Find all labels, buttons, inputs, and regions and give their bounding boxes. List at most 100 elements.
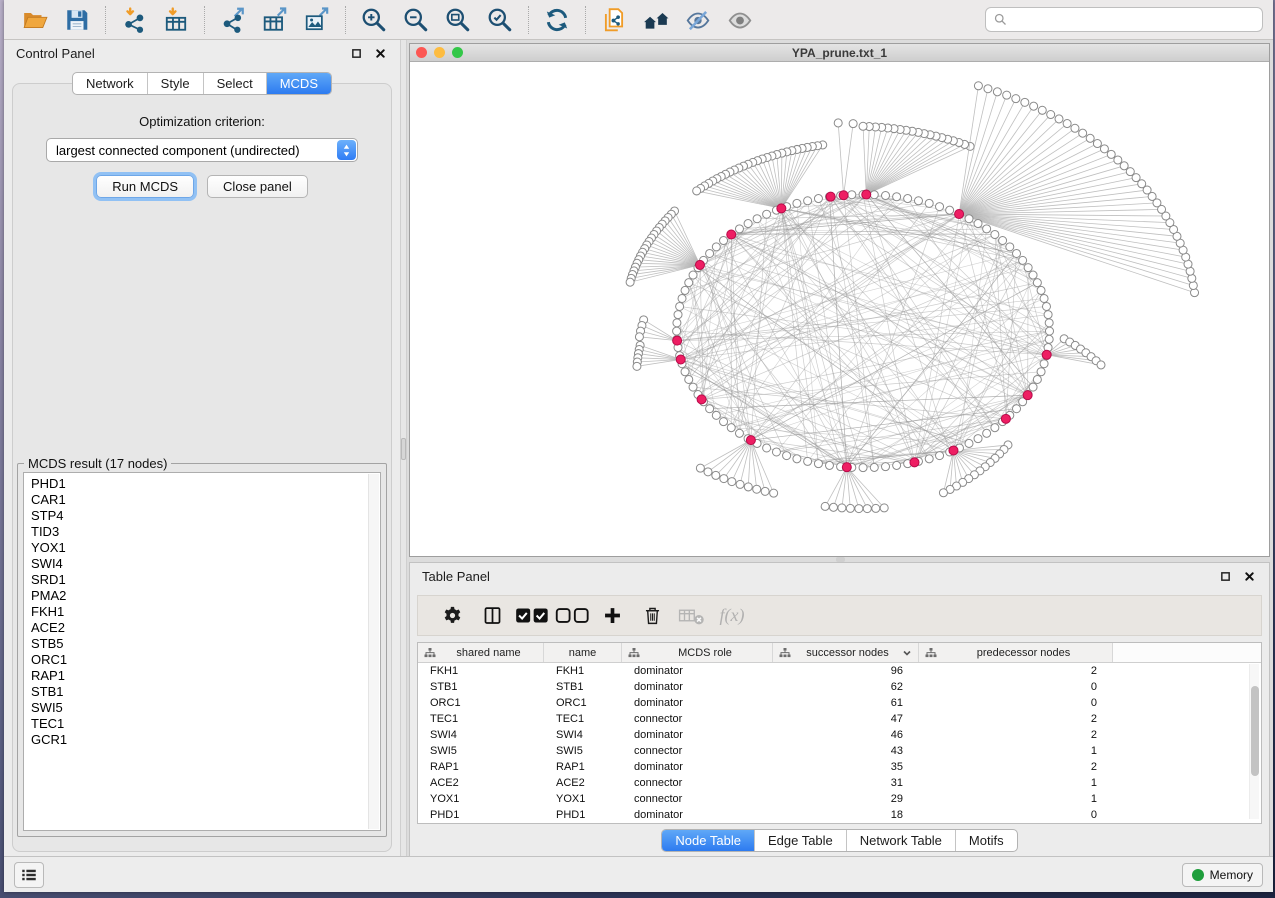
cell-successor-nodes[interactable]: 96 [773, 665, 919, 677]
cell-name[interactable]: SWI4 [544, 729, 622, 741]
table-row[interactable]: ORC1ORC1dominator610 [418, 695, 1261, 711]
column-header-successor-nodes[interactable]: successor nodes [773, 643, 919, 662]
cell-MCDS-role[interactable]: connector [622, 745, 773, 757]
table-row[interactable]: SWI5SWI5connector431 [418, 743, 1261, 759]
column-header-MCDS-role[interactable]: MCDS role [622, 643, 773, 662]
mcds-result-node[interactable]: SWI5 [31, 700, 380, 716]
cell-MCDS-role[interactable]: dominator [622, 697, 773, 709]
table-settings-button[interactable] [434, 601, 470, 631]
tab-edge-table[interactable]: Edge Table [754, 830, 846, 851]
cell-predecessor-nodes[interactable]: 1 [919, 777, 1113, 789]
cell-MCDS-role[interactable]: dominator [622, 809, 773, 821]
cell-name[interactable]: SWI5 [544, 745, 622, 757]
cell-predecessor-nodes[interactable]: 1 [919, 793, 1113, 805]
cell-predecessor-nodes[interactable]: 0 [919, 809, 1113, 821]
open-session-button[interactable] [14, 4, 56, 36]
cell-successor-nodes[interactable]: 62 [773, 681, 919, 693]
mcds-result-node[interactable]: RAP1 [31, 668, 380, 684]
column-header-shared-name[interactable]: shared name [418, 643, 544, 662]
float-panel-icon[interactable] [348, 45, 364, 61]
network-window-titlebar[interactable]: YPA_prune.txt_1 [410, 44, 1269, 62]
cell-MCDS-role[interactable]: dominator [622, 761, 773, 773]
mcds-result-list[interactable]: PHD1CAR1STP4TID3YOX1SWI4SRD1PMA2FKH1ACE2… [23, 472, 381, 831]
tab-motifs[interactable]: Motifs [955, 830, 1017, 851]
memory-button[interactable]: Memory [1182, 863, 1263, 887]
select-all-rows-button[interactable] [514, 601, 550, 631]
mcds-result-node[interactable]: ACE2 [31, 620, 380, 636]
cell-shared-name[interactable]: SWI4 [418, 729, 544, 741]
cell-MCDS-role[interactable]: dominator [622, 681, 773, 693]
table-row[interactable]: ACE2ACE2connector311 [418, 775, 1261, 791]
export-network-button[interactable] [212, 4, 254, 36]
zoom-out-button[interactable] [395, 4, 437, 36]
export-image-button[interactable] [296, 4, 338, 36]
delete-columns-button[interactable] [634, 601, 670, 631]
clone-network-button[interactable] [593, 4, 635, 36]
mcds-result-node[interactable]: STP4 [31, 508, 380, 524]
cell-shared-name[interactable]: ORC1 [418, 697, 544, 709]
cell-MCDS-role[interactable]: connector [622, 793, 773, 805]
cell-predecessor-nodes[interactable]: 2 [919, 761, 1113, 773]
cell-MCDS-role[interactable]: dominator [622, 729, 773, 741]
tab-network-table[interactable]: Network Table [846, 830, 955, 851]
mcds-result-node[interactable]: FKH1 [31, 604, 380, 620]
network-view[interactable] [410, 62, 1269, 556]
mcds-result-node[interactable]: GCR1 [31, 732, 380, 748]
export-table-button[interactable] [254, 4, 296, 36]
toggle-layout-button[interactable] [474, 601, 510, 631]
cell-predecessor-nodes[interactable]: 1 [919, 745, 1113, 757]
cell-successor-nodes[interactable]: 35 [773, 761, 919, 773]
mcds-result-node[interactable]: STB1 [31, 684, 380, 700]
cell-MCDS-role[interactable]: connector [622, 777, 773, 789]
optimization-dropdown[interactable]: largest connected component (undirected) [46, 138, 358, 162]
cell-shared-name[interactable]: SWI5 [418, 745, 544, 757]
cell-name[interactable]: STB1 [544, 681, 622, 693]
cell-successor-nodes[interactable]: 29 [773, 793, 919, 805]
import-table-button[interactable] [155, 4, 197, 36]
mcds-result-node[interactable]: PHD1 [31, 476, 380, 492]
result-list-scrollbar[interactable] [368, 474, 379, 829]
mcds-result-node[interactable]: SRD1 [31, 572, 380, 588]
cell-shared-name[interactable]: YOX1 [418, 793, 544, 805]
cell-shared-name[interactable]: STB1 [418, 681, 544, 693]
tab-style[interactable]: Style [147, 73, 203, 94]
mcds-result-node[interactable]: PMA2 [31, 588, 380, 604]
cell-name[interactable]: PHD1 [544, 809, 622, 821]
table-row[interactable]: FKH1FKH1dominator962 [418, 663, 1261, 679]
search-input[interactable] [1013, 13, 1255, 27]
show-all-button[interactable] [719, 4, 761, 36]
zoom-selected-button[interactable] [479, 4, 521, 36]
tab-mcds[interactable]: MCDS [266, 73, 331, 94]
table-row[interactable]: PHD1PHD1dominator180 [418, 807, 1261, 823]
float-table-panel-icon[interactable] [1217, 568, 1233, 584]
tab-network[interactable]: Network [73, 73, 147, 94]
cell-successor-nodes[interactable]: 18 [773, 809, 919, 821]
mcds-result-node[interactable]: TID3 [31, 524, 380, 540]
cell-name[interactable]: TEC1 [544, 713, 622, 725]
cell-name[interactable]: RAP1 [544, 761, 622, 773]
mcds-result-node[interactable]: STB5 [31, 636, 380, 652]
show-panels-button[interactable] [14, 862, 44, 888]
cell-predecessor-nodes[interactable]: 0 [919, 697, 1113, 709]
cell-name[interactable]: YOX1 [544, 793, 622, 805]
cell-MCDS-role[interactable]: dominator [622, 665, 773, 677]
deselect-all-rows-button[interactable] [554, 601, 590, 631]
panel-splitter-vertical[interactable] [400, 40, 407, 856]
cell-MCDS-role[interactable]: connector [622, 713, 773, 725]
cell-shared-name[interactable]: RAP1 [418, 761, 544, 773]
close-panel-icon[interactable] [372, 45, 388, 61]
table-row[interactable]: YOX1YOX1connector291 [418, 791, 1261, 807]
cell-predecessor-nodes[interactable]: 2 [919, 665, 1113, 677]
column-header-name[interactable]: name [544, 643, 622, 662]
cell-successor-nodes[interactable]: 46 [773, 729, 919, 741]
table-row[interactable]: RAP1RAP1dominator352 [418, 759, 1261, 775]
table-row[interactable]: SWI4SWI4dominator462 [418, 727, 1261, 743]
table-scrollbar-thumb[interactable] [1251, 686, 1259, 776]
tab-select[interactable]: Select [203, 73, 266, 94]
network-graph[interactable] [410, 62, 1269, 556]
cell-successor-nodes[interactable]: 43 [773, 745, 919, 757]
import-network-button[interactable] [113, 4, 155, 36]
cell-successor-nodes[interactable]: 47 [773, 713, 919, 725]
table-scrollbar[interactable] [1249, 664, 1259, 819]
mcds-result-node[interactable]: ORC1 [31, 652, 380, 668]
